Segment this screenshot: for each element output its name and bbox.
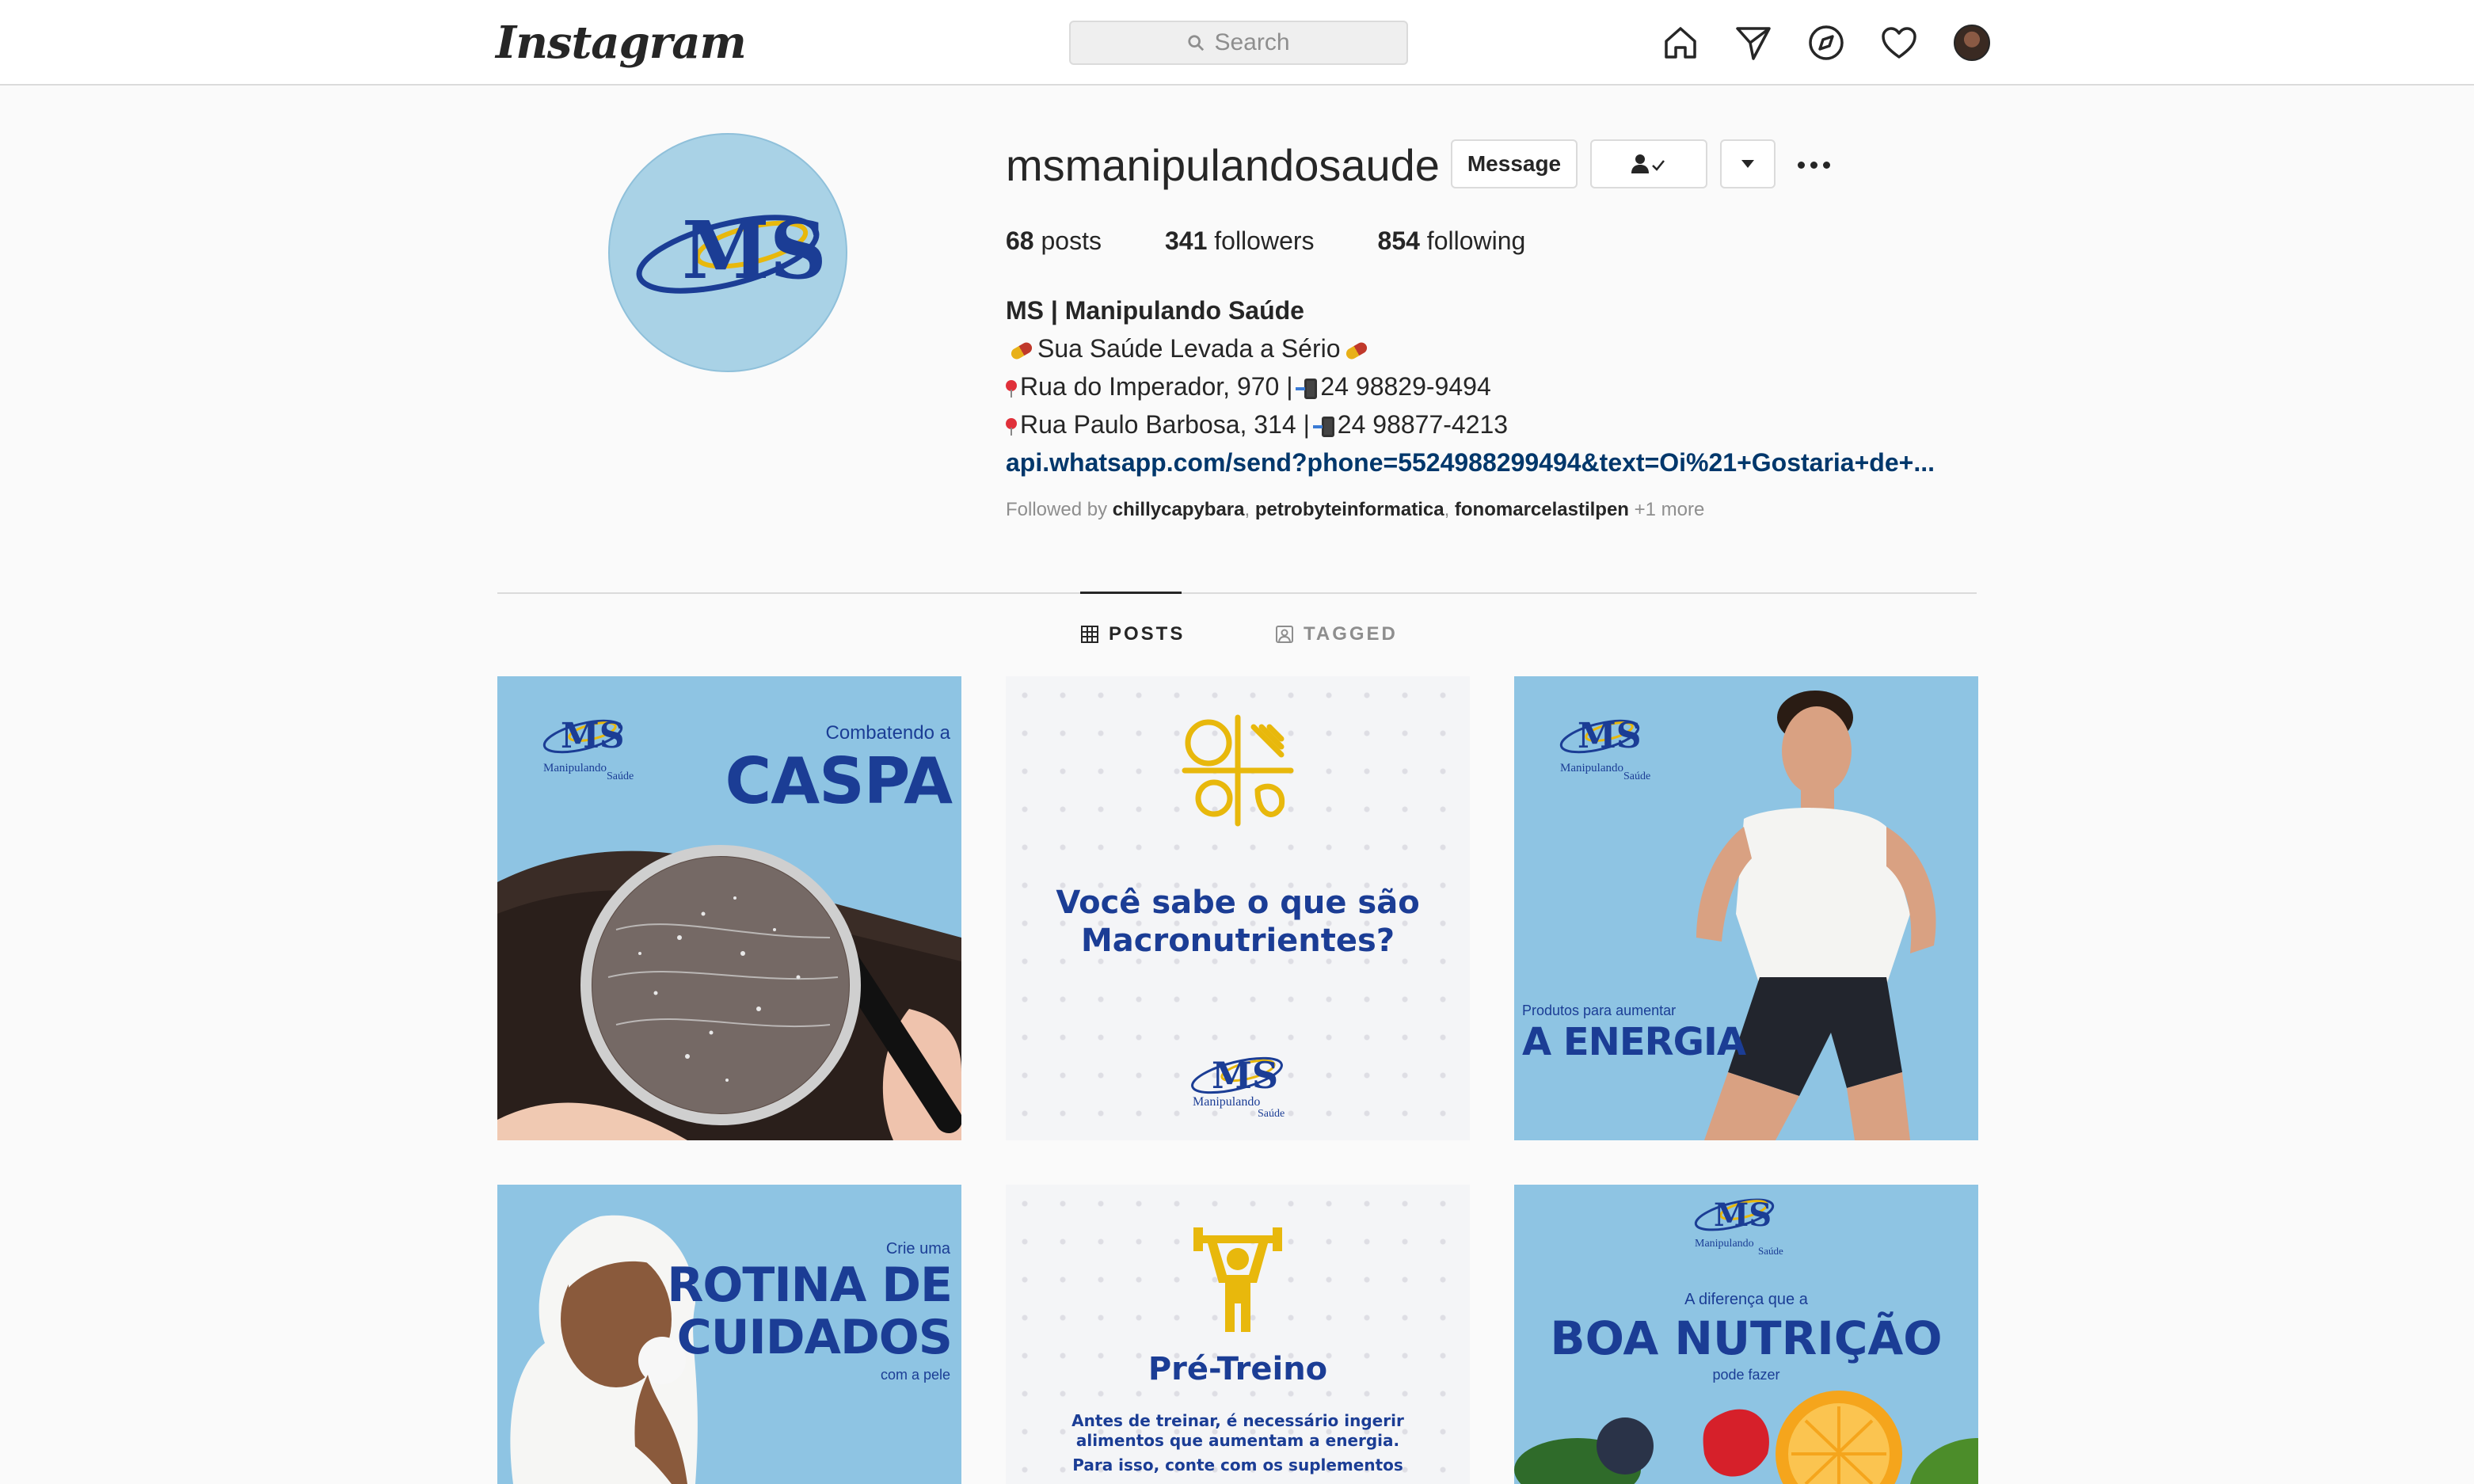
ms-brand-logo: MS Manipulando Saúde [1191, 1054, 1285, 1120]
ms-logo-letters: MS [682, 204, 823, 297]
triangle-down-icon [1741, 160, 1754, 168]
profile-full-name: MS | Manipulando Saúde [1006, 296, 1304, 325]
logo-subtitle: Manipulando [543, 762, 607, 774]
post-caption-small: Antes de treinar, é necessário ingerir a… [1071, 1411, 1404, 1450]
dot [1822, 161, 1830, 169]
search-placeholder: Search [1214, 29, 1290, 55]
post-caption-large: A ENERGIA [1522, 1020, 1746, 1064]
grid-icon [1081, 626, 1098, 643]
post-caption-small: Crie uma [885, 1240, 950, 1258]
post-caption-small: Produtos para aumentar [1522, 1003, 1677, 1018]
post-thumbnail[interactable]: MS Manipulando Saúde Produtos para aumen… [1514, 676, 1978, 1140]
post-thumbnail[interactable]: MS Manipulando Saúde A diferença que a B… [1514, 1185, 1978, 1484]
logo-subtitle: Manipulando [1193, 1095, 1260, 1109]
logo-subtitle: Saúde [1758, 1245, 1783, 1257]
weightlifting-icon [1193, 1227, 1282, 1332]
more-options-icon[interactable] [1791, 147, 1836, 182]
location-pin-icon [1006, 417, 1017, 436]
follower-link[interactable]: fonomarcelastilpen [1455, 499, 1629, 520]
following-count[interactable]: 854 following [1378, 226, 1526, 256]
home-icon[interactable] [1660, 22, 1701, 63]
logo-subtitle: Saúde [1623, 771, 1650, 782]
post-caption-large: CASPA [725, 744, 953, 818]
ms-logo-letters: MS [1212, 1054, 1278, 1097]
search-input[interactable]: Search [1069, 21, 1408, 65]
post-caption-large: Pré-Treino [1148, 1351, 1328, 1387]
post-thumbnail[interactable]: Você sabe o que são Macronutrientes? MS … [1006, 676, 1470, 1140]
tab-tagged[interactable]: TAGGED [1275, 621, 1398, 648]
post-thumbnail[interactable]: Pré-Treino Antes de treinar, é necessári… [1006, 1185, 1470, 1484]
pill-icon [1343, 340, 1369, 361]
profile-username: msmanipulandosaude [1006, 140, 1440, 190]
logo-subtitle: Manipulando [1695, 1238, 1754, 1250]
location-pin-icon [1006, 379, 1017, 398]
top-navigation-bar: Instagram Search [0, 0, 2474, 86]
phone-icon [1312, 416, 1334, 437]
post-caption-small: Para isso, conte com os suplementos [1072, 1455, 1403, 1474]
ms-brand-logo: MS [636, 204, 823, 297]
posts-count: 68 posts [1006, 226, 1102, 255]
direct-messages-icon[interactable] [1733, 22, 1774, 63]
following-button[interactable] [1590, 139, 1707, 188]
post-thumbnail[interactable]: Crie uma ROTINA DE CUIDADOS com a pele [497, 1185, 961, 1484]
post-caption-large: ROTINA DE CUIDADOS [667, 1258, 953, 1365]
tab-posts[interactable]: POSTS [1080, 621, 1185, 648]
logo-subtitle: Saúde [1258, 1108, 1285, 1120]
bio-website-link[interactable]: api.whatsapp.com/send?phone=552498829949… [1006, 443, 1935, 481]
phone-icon [1296, 378, 1318, 399]
bio-address-1: Rua do Imperador, 970 | 24 98829-9494 [1006, 367, 1935, 405]
profile-bio: MS | Manipulando Saúde Sua Saúde Levada … [1006, 291, 1935, 481]
tagged-person-icon [1276, 626, 1293, 643]
search-icon [1188, 35, 1205, 51]
instagram-logo[interactable]: Instagram [496, 14, 747, 71]
dot [1797, 161, 1805, 169]
avatar [1954, 25, 1990, 61]
logo-subtitle: Saúde [607, 771, 634, 782]
message-button[interactable]: Message [1451, 139, 1578, 188]
nav-icons [1660, 21, 1993, 65]
runner-image: MS Manipulando Saúde [1514, 676, 1978, 1140]
ms-logo-letters: MS [1714, 1197, 1772, 1234]
followed-by: Followed by chillycapybara, petrobyteinf… [1006, 499, 1705, 520]
logo-subtitle: Manipulando [1560, 762, 1623, 774]
active-tab-indicator [1080, 592, 1182, 594]
dot [1810, 161, 1817, 169]
follower-link[interactable]: petrobyteinformatica [1255, 499, 1444, 520]
post-caption-small: com a pele [880, 1367, 950, 1383]
post-caption-large: Você sabe o que são Macronutrientes? [1056, 885, 1420, 959]
bio-address-2: Rua Paulo Barbosa, 314 | 24 98877-4213 [1006, 405, 1935, 443]
ms-logo-letters: MS [1578, 716, 1641, 756]
person-check-icon [1631, 154, 1665, 173]
profile-picture[interactable]: MS [608, 133, 847, 372]
post-caption-large: BOA NUTRIÇÃO [1550, 1311, 1943, 1365]
explore-icon[interactable] [1806, 22, 1847, 63]
profile-stats: 68 posts 341 followers 854 following [1006, 226, 1525, 256]
suggested-accounts-dropdown-button[interactable] [1720, 139, 1776, 188]
bio-tagline: Sua Saúde Levada a Sério [1006, 329, 1935, 367]
post-caption-small: A diferença que a [1684, 1291, 1808, 1308]
post-caption-small: Combatendo a [825, 722, 950, 744]
ms-logo-letters: MS [561, 716, 624, 756]
nutrition-icon [1182, 714, 1294, 827]
pill-icon [1009, 340, 1034, 361]
tabs-divider [497, 592, 1977, 594]
followed-by-more-link[interactable]: +1 more [1635, 499, 1705, 520]
post-thumbnail[interactable]: MS Manipulando Saúde Combatendo a CASPA [497, 676, 961, 1140]
activity-heart-icon[interactable] [1878, 22, 1920, 63]
followers-count[interactable]: 341 followers [1165, 226, 1315, 256]
post-caption-small: pode fazer [1712, 1367, 1780, 1383]
follower-link[interactable]: chillycapybara [1113, 499, 1245, 520]
profile-avatar-icon[interactable] [1951, 22, 1993, 63]
